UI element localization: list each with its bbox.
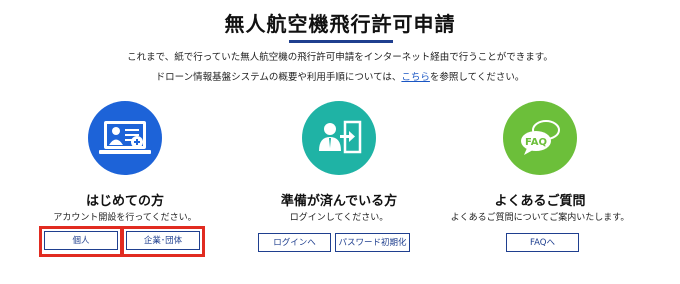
computer-user-icon bbox=[88, 101, 162, 175]
page-title: 無人航空機飛行許可申請 bbox=[224, 12, 456, 36]
title-underline bbox=[289, 40, 393, 43]
section-description: ログインしてください。 bbox=[289, 213, 389, 223]
personal-register-button[interactable]: 個人 bbox=[44, 231, 118, 250]
intro-text-2: ドローン情報基盤システムの概要や利用手順については、こちらを参照してください。 bbox=[0, 69, 680, 83]
svg-text:FAQ: FAQ bbox=[525, 137, 547, 148]
intro-text-after: を参照してください。 bbox=[429, 72, 525, 83]
corporate-register-button[interactable]: 企業･団体 bbox=[126, 231, 200, 250]
intro-text: これまで、紙で行っていた無人航空機の飛行許可申請をインターネット経由で行うことが… bbox=[127, 52, 553, 63]
section-description: アカウント開設を行ってください。 bbox=[53, 213, 197, 223]
faq-button[interactable]: FAQへ bbox=[506, 233, 579, 252]
section-heading: よくあるご質問 bbox=[494, 194, 586, 209]
section-heading: 準備が済んでいる方 bbox=[280, 194, 398, 209]
user-login-door-icon bbox=[302, 101, 376, 175]
overview-link[interactable]: こちら bbox=[401, 72, 430, 83]
faq-speech-bubble-icon: FAQ bbox=[503, 101, 577, 175]
section-heading: はじめての方 bbox=[85, 194, 164, 209]
login-button[interactable]: ログインへ bbox=[258, 233, 331, 252]
intro-text-before: ドローン情報基盤システムの概要や利用手順については、 bbox=[155, 72, 402, 83]
section-description: よくあるご質問についてご案内いたします。 bbox=[450, 213, 630, 223]
password-reset-button[interactable]: パスワード初期化 bbox=[335, 233, 410, 252]
